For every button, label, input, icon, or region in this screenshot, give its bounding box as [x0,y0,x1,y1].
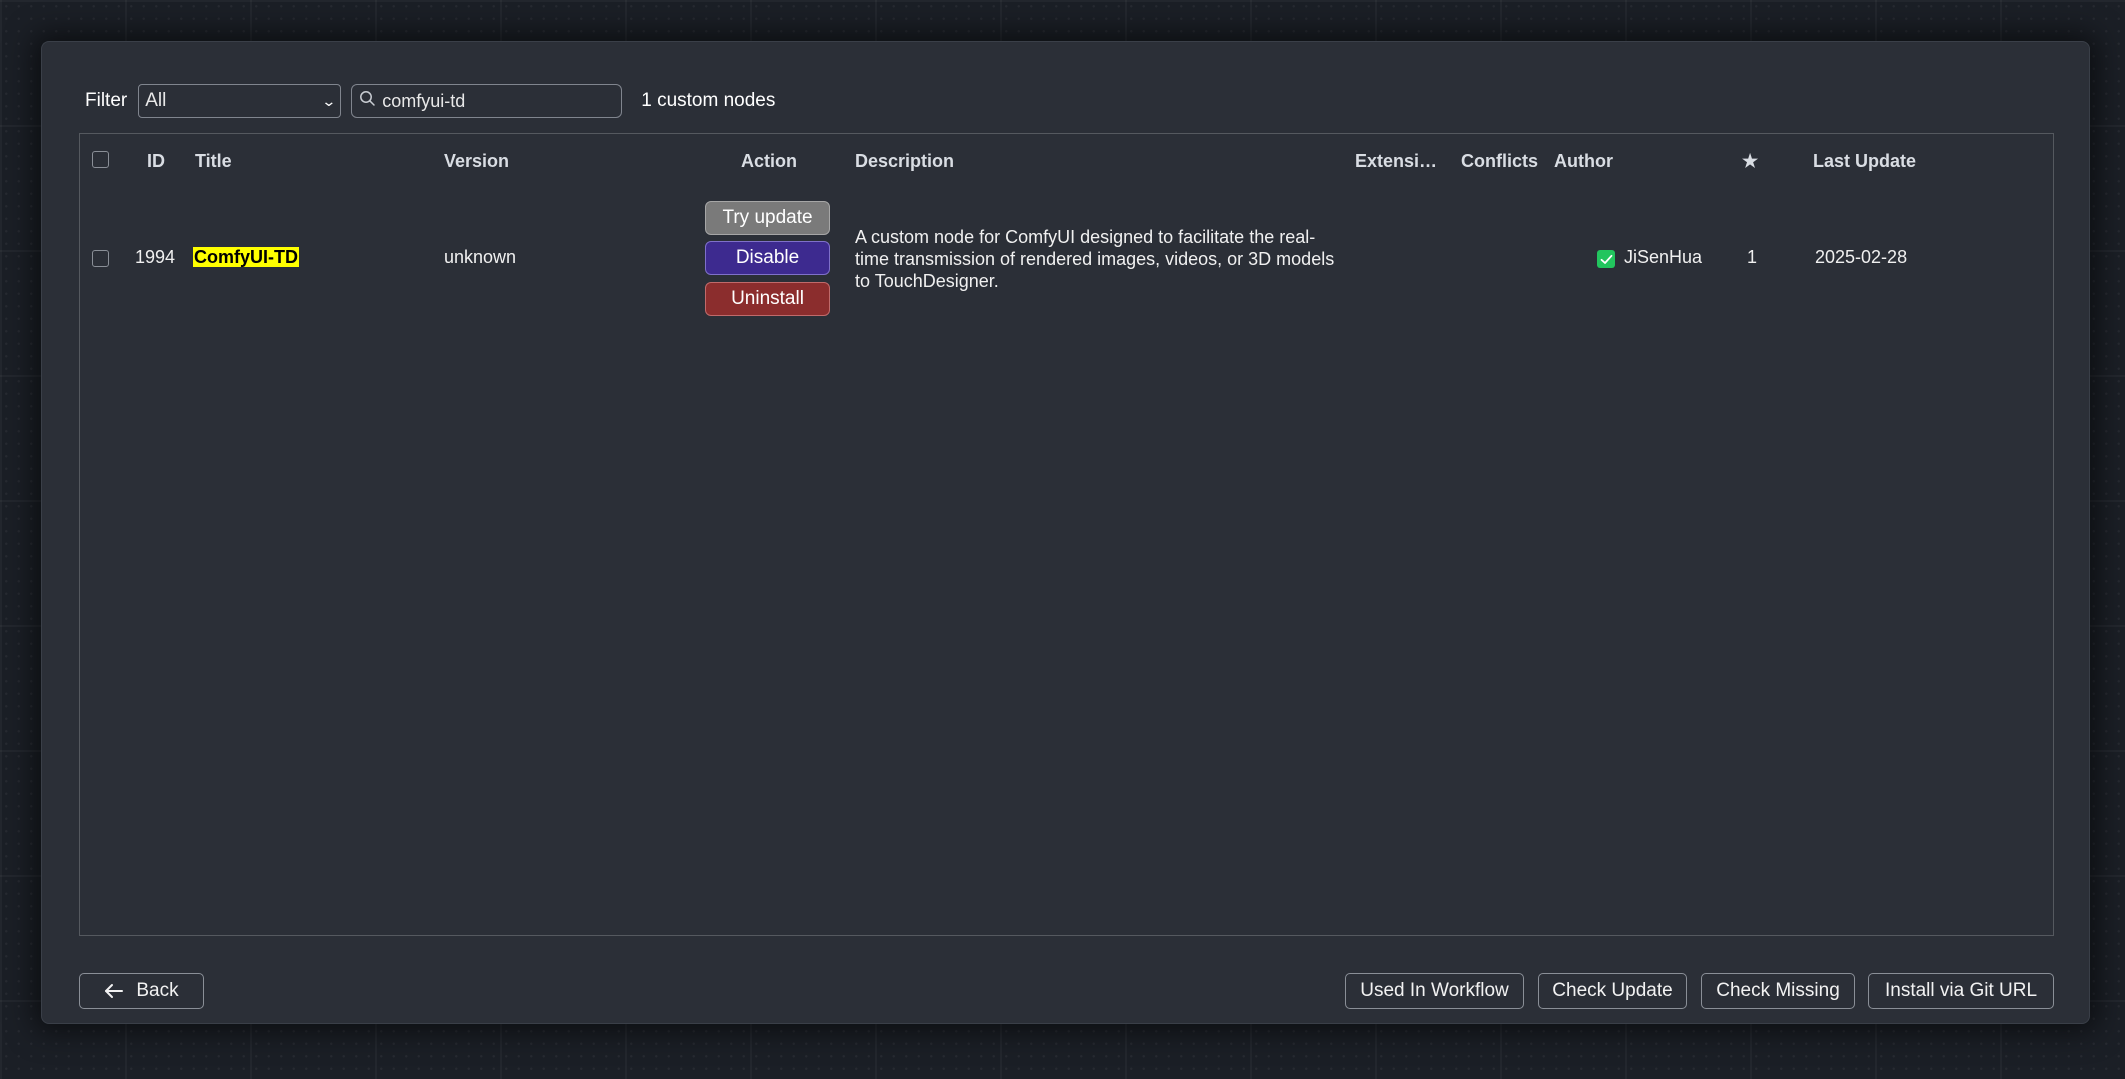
used-in-workflow-button[interactable]: Used In Workflow [1345,973,1524,1009]
author-link[interactable]: JiSenHua [1624,247,1702,267]
row-version: unknown [444,247,517,267]
row-title[interactable]: ComfyUI-TD [193,247,299,268]
search-icon [359,90,376,112]
filter-selected-value: All [145,90,167,111]
header-conflicts[interactable]: Conflicts [1461,151,1538,172]
chevron-down-icon: ⌄ [320,92,336,109]
check-update-button[interactable]: Check Update [1538,973,1687,1009]
header-version[interactable]: Version [444,151,509,172]
header-title[interactable]: Title [195,151,232,172]
custom-nodes-manager-dialog: Filter All ⌄ 1 custom nodes ID Title Ver… [41,41,2090,1024]
row-last-update: 2025-02-28 [1815,247,1908,267]
select-all-checkbox[interactable] [92,151,109,168]
row-description: A custom node for ComfyUI designed to fa… [855,227,1335,291]
search-box[interactable] [351,84,623,118]
row-author[interactable]: JiSenHua [1587,247,1702,268]
filter-bar: Filter All ⌄ 1 custom nodes [85,84,775,118]
filter-select[interactable]: All ⌄ [138,84,342,118]
node-count-label: 1 custom nodes [641,90,776,111]
header-extensions[interactable]: Extensi… [1355,151,1437,172]
try-update-button[interactable]: Try update [705,201,830,235]
back-label: Back [136,980,179,1001]
check-missing-button[interactable]: Check Missing [1701,973,1855,1009]
row-id: 1994 [135,247,176,267]
row-stars: 1 [1747,247,1758,267]
row-checkbox[interactable] [92,250,109,267]
header-author[interactable]: Author [1554,151,1613,172]
header-action: Action [741,151,797,171]
custom-nodes-table: ID Title Version Action Description Exte… [79,133,2054,936]
install-via-git-url-button[interactable]: Install via Git URL [1868,973,2054,1009]
back-button[interactable]: Back [79,973,204,1009]
header-stars[interactable]: ★ [1742,151,1758,172]
row-title-highlight[interactable]: ComfyUI-TD [193,247,299,267]
arrow-left-icon [104,983,124,999]
filter-label: Filter [85,90,128,111]
header-id[interactable]: ID [147,151,165,172]
disable-button[interactable]: Disable [705,241,830,275]
uninstall-button[interactable]: Uninstall [705,282,830,316]
search-input[interactable] [380,89,605,113]
header-last-update[interactable]: Last Update [1813,151,1916,172]
header-description[interactable]: Description [855,151,954,172]
